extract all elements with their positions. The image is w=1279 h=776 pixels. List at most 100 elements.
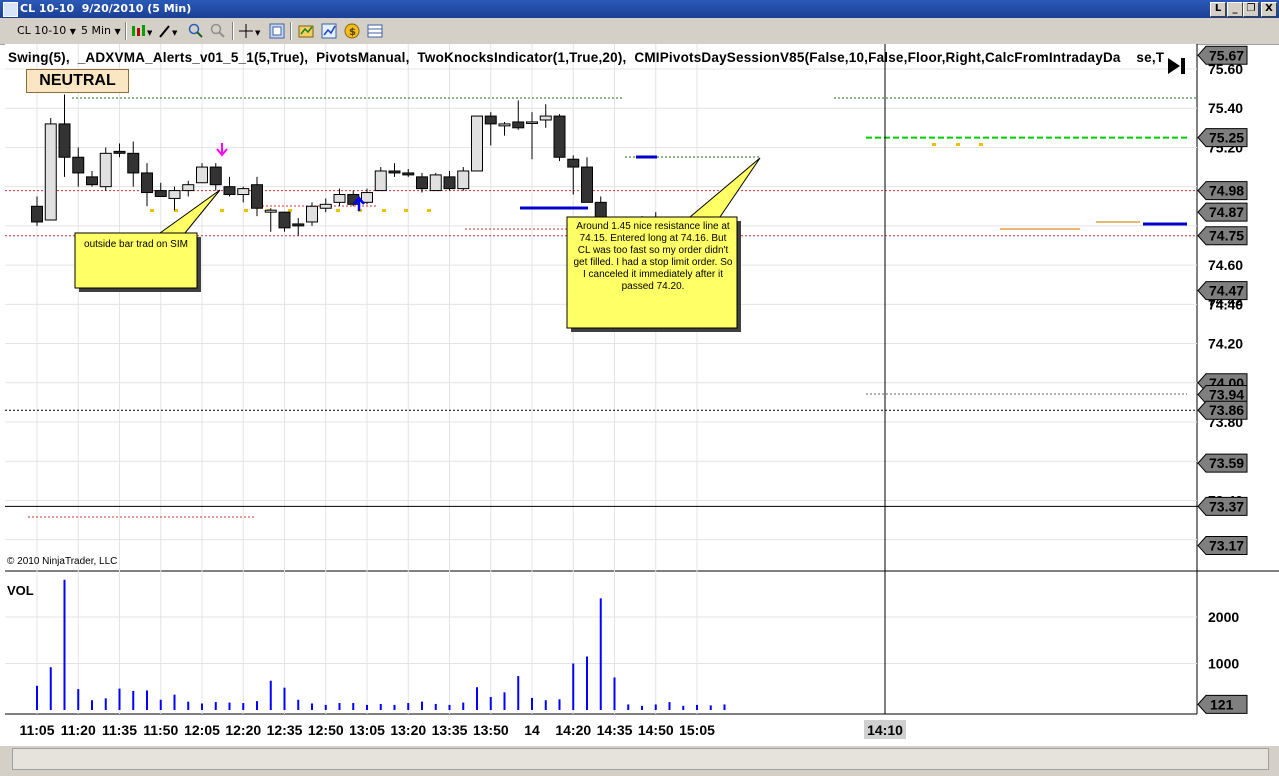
candle-body xyxy=(498,123,511,127)
candle-body xyxy=(237,188,250,196)
candle-body xyxy=(127,152,140,174)
candle-body xyxy=(416,176,428,190)
minimize-button[interactable]: _ xyxy=(1227,2,1243,17)
price-chart[interactable]: 75.6075.4075.2074.6074.2073.8074.4274.40… xyxy=(0,44,1279,776)
price-marker: 73.59 xyxy=(1197,453,1248,473)
candle-body xyxy=(209,166,222,186)
price-marker-label: 74.75 xyxy=(1209,228,1244,244)
price-marker-label: 74.98 xyxy=(1209,183,1244,199)
callout-resistance-note[interactable]: Around 1.45 nice resistance line at 74.1… xyxy=(568,217,738,329)
toolbar-separator xyxy=(232,22,234,40)
swing-dot xyxy=(404,209,408,212)
price-marker: 74.47 xyxy=(1197,281,1248,301)
price-marker-label: 73.86 xyxy=(1209,402,1244,418)
candle-body xyxy=(44,123,57,221)
time-tick-label: 12:50 xyxy=(308,722,344,738)
time-tick-label: 12:05 xyxy=(184,722,220,738)
drawing-pencil-icon[interactable]: ▼ xyxy=(158,23,180,39)
toolbar-separator xyxy=(290,22,292,40)
price-tick-label: 74.20 xyxy=(1208,336,1243,352)
candle-body xyxy=(182,184,195,192)
candle-body xyxy=(223,186,236,196)
price-marker: 74.75 xyxy=(1197,226,1248,246)
data-box-icon[interactable] xyxy=(321,23,337,39)
candle-body xyxy=(471,115,483,172)
price-marker: 74.98 xyxy=(1197,181,1248,201)
price-marker-label: 73.37 xyxy=(1209,498,1244,514)
swing-dot xyxy=(220,209,224,212)
volume-marker-label: 121 xyxy=(1210,696,1234,712)
candle-body xyxy=(99,152,112,188)
order-icon[interactable]: $ xyxy=(344,23,360,39)
swing-dot xyxy=(288,209,292,212)
callout-text: outside bar trad on SIM xyxy=(84,239,188,250)
callout-outside-bar[interactable]: outside bar trad on SIM xyxy=(75,233,197,290)
window-titlebar: CL 10-10 9/20/2010 (5 Min) L _ ❐ X xyxy=(0,0,1279,18)
candle-body xyxy=(251,184,263,209)
candle-body xyxy=(113,150,126,154)
chart-panel[interactable]: 75.60 75.40 75.20 74.60 74.20 73.80 74.42 74.40… xyxy=(0,44,1279,776)
swing-dot xyxy=(427,209,431,212)
properties-icon[interactable] xyxy=(269,23,285,39)
swing-dot xyxy=(979,143,983,146)
grid-icon[interactable] xyxy=(367,23,383,39)
candle-body xyxy=(58,123,71,158)
swing-dot xyxy=(244,209,248,212)
candle xyxy=(457,167,470,191)
swing-dot xyxy=(336,209,340,212)
cursor-time-label: 14:10 xyxy=(867,722,903,738)
price-marker-label: 75.67 xyxy=(1209,47,1244,63)
crosshair-icon[interactable]: ▼ xyxy=(238,23,262,39)
swing-dot xyxy=(150,209,154,212)
interval-selector[interactable]: 5 Min ▼ xyxy=(78,22,125,39)
price-marker: 73.17 xyxy=(1197,536,1248,556)
zoom-out-icon[interactable] xyxy=(210,23,226,39)
play-icon[interactable] xyxy=(1168,57,1188,75)
price-marker: 73.37 xyxy=(1197,496,1248,516)
candle-body xyxy=(168,190,181,199)
candle-body xyxy=(388,170,401,174)
candle-body xyxy=(581,166,593,203)
horizontal-scrollbar[interactable] xyxy=(12,748,1269,770)
volume-panel-label: VOL xyxy=(7,583,34,598)
time-tick-label: 13:20 xyxy=(390,722,426,738)
close-button[interactable]: X xyxy=(1261,2,1277,17)
svg-text:▼: ▼ xyxy=(255,29,261,37)
candle-body xyxy=(361,192,373,203)
candle-body xyxy=(553,115,566,158)
time-tick-label: 13:50 xyxy=(473,722,509,738)
time-tick-label: 14 xyxy=(524,722,540,738)
strategy-icon[interactable] xyxy=(298,23,314,39)
candle-body xyxy=(457,170,470,190)
candle-body xyxy=(429,174,442,192)
svg-text:▼: ▼ xyxy=(147,29,152,37)
window-title: CL 10-10 9/20/2010 (5 Min) xyxy=(20,2,192,15)
candle-body xyxy=(154,190,167,197)
time-tick-label: 11:05 xyxy=(19,722,54,738)
volume-tick-label: 1000 xyxy=(1208,656,1239,672)
price-marker-label: 73.59 xyxy=(1209,455,1244,471)
price-marker-label: 74.47 xyxy=(1209,283,1244,299)
candle-body xyxy=(278,211,291,229)
candle xyxy=(553,114,566,162)
candle-body xyxy=(526,121,538,124)
candle-body xyxy=(539,115,552,121)
price-marker: 74.87 xyxy=(1197,202,1248,222)
zoom-in-icon[interactable] xyxy=(188,23,204,39)
link-button[interactable]: L xyxy=(1210,2,1226,17)
interval-label: 5 Min xyxy=(81,24,112,37)
price-marker-label: 75.25 xyxy=(1209,130,1244,146)
instrument-selector[interactable]: CL 10-10 ▼ xyxy=(14,22,77,39)
candlestick-style-icon[interactable]: ▼ xyxy=(130,23,153,39)
time-tick-label: 11:20 xyxy=(61,722,96,738)
swing-dot xyxy=(956,143,960,146)
price-marker-label: 73.94 xyxy=(1209,387,1244,403)
app-icon xyxy=(3,2,18,17)
maximize-button[interactable]: ❐ xyxy=(1243,2,1259,17)
price-marker: 73.86 xyxy=(1197,400,1248,420)
price-tick-label: 74.60 xyxy=(1208,257,1243,273)
candle-body xyxy=(443,176,456,190)
candle-body xyxy=(374,170,387,192)
candle xyxy=(471,115,483,172)
time-tick-label: 11:50 xyxy=(143,722,178,738)
